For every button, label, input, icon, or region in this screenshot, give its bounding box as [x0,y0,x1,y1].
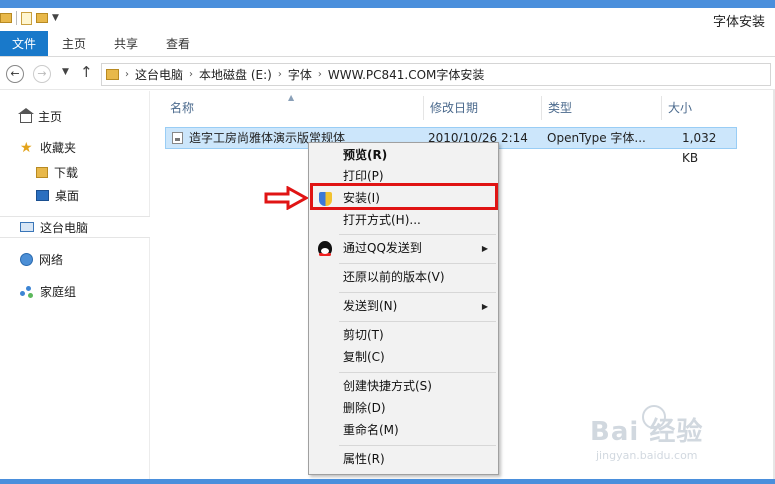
menu-item-copy[interactable]: 复制(C) [309,347,498,368]
file-type: OpenType 字体... [547,131,646,145]
menu-item-label: 创建快捷方式(S) [343,379,432,393]
file-size: 1,032 KB [682,131,717,165]
tab-file[interactable]: 文件 [0,31,49,56]
chevron-right-icon[interactable]: › [125,69,129,80]
submenu-arrow-icon: ▶ [481,244,488,253]
navigation-bar: ← → ▼ ↑ › 这台电脑 › 本地磁盘 (E:) › 字体 › WWW.PC… [0,57,775,90]
breadcrumb-local-disk[interactable]: 本地磁盘 (E:) [199,66,272,83]
folder-icon[interactable] [0,13,12,23]
ribbon-tabs: 文件 主页 共享 查看 [0,31,775,57]
divider [16,11,17,25]
menu-separator [339,234,496,235]
pointer-arrow-icon [264,186,308,210]
watermark-url: jingyan.baidu.com [596,449,698,462]
quick-access-toolbar: ▼ [0,11,59,25]
menu-separator [339,263,496,264]
install-highlight-box [310,183,498,210]
sidebar-item-label: 下载 [54,166,79,180]
menu-item-label: 预览(R) [343,148,388,162]
navigation-pane: 主页 ★ 收藏夹 下载 桌面 这台电脑 网络 家庭组 [0,91,150,479]
desktop-icon [36,190,49,201]
sidebar-item-homegroup[interactable]: 家庭组 [20,283,76,300]
column-header-modified[interactable]: 修改日期 [423,96,541,120]
tab-share[interactable]: 共享 [100,31,152,56]
sidebar-item-label: 主页 [38,110,63,124]
up-arrow-icon[interactable]: ↑ [80,63,93,81]
menu-item-label: 通过QQ发送到 [343,241,422,255]
font-file-icon [172,132,183,144]
menu-separator [339,321,496,322]
forward-icon[interactable]: → [33,65,51,83]
sidebar-item-label: 桌面 [55,189,80,203]
tab-view[interactable]: 查看 [152,31,204,56]
breadcrumb-this-pc[interactable]: 这台电脑 [135,66,183,83]
title-bar: ▼ 字体安装 [0,0,775,31]
menu-separator [339,292,496,293]
folder-icon [106,69,119,80]
menu-item-label: 复制(C) [343,350,385,364]
chevron-right-icon[interactable]: › [278,69,282,80]
breadcrumb-fonts[interactable]: 字体 [288,66,312,83]
menu-item-label: 发送到(N) [343,299,398,313]
menu-item-send-qq[interactable]: 通过QQ发送到 ▶ [309,238,498,259]
breadcrumb-current-folder[interactable]: WWW.PC841.COM字体安装 [328,66,485,83]
column-header-size[interactable]: 大小 [661,96,741,120]
baidu-watermark: Bai 经验 jingyan.baidu.com [590,405,770,465]
menu-item-cut[interactable]: 剪切(T) [309,325,498,346]
window-title: 字体安装 [712,15,765,30]
network-icon [20,253,33,266]
menu-item-create-shortcut[interactable]: 创建快捷方式(S) [309,376,498,397]
menu-separator [339,372,496,373]
menu-item-open-with[interactable]: 打开方式(H)... [309,210,498,231]
menu-item-label: 属性(R) [343,452,385,466]
menu-item-properties[interactable]: 属性(R) [309,449,498,470]
back-icon[interactable]: ← [6,65,24,83]
column-header-name[interactable]: 名称 [164,96,423,120]
menu-item-delete[interactable]: 删除(D) [309,398,498,419]
star-icon: ★ [20,139,33,156]
tab-home[interactable]: 主页 [48,31,100,56]
sidebar-item-favorites[interactable]: ★ 收藏夹 [20,139,76,156]
window-bottom-border [0,479,775,484]
sidebar-item-desktop[interactable]: 桌面 [36,187,79,204]
menu-item-preview[interactable]: 预览(R) [309,145,498,166]
customize-dropdown-icon[interactable]: ▼ [52,13,59,23]
submenu-arrow-icon: ▶ [481,302,488,311]
sidebar-item-label: 收藏夹 [40,141,77,155]
menu-item-label: 重命名(M) [343,423,399,437]
sidebar-item-this-pc[interactable]: 这台电脑 [0,216,150,238]
menu-item-label: 打开方式(H)... [343,213,421,227]
address-bar[interactable]: › 这台电脑 › 本地磁盘 (E:) › 字体 › WWW.PC841.COM字… [101,63,771,86]
menu-separator [339,445,496,446]
chevron-right-icon[interactable]: › [189,69,193,80]
sidebar-item-home[interactable]: 主页 [18,108,63,125]
column-header-type[interactable]: 类型 [541,96,661,120]
menu-item-label: 删除(D) [343,401,386,415]
qq-penguin-icon [318,241,332,256]
menu-item-label: 还原以前的版本(V) [343,270,445,284]
menu-item-rename[interactable]: 重命名(M) [309,420,498,441]
sidebar-item-network[interactable]: 网络 [20,251,63,268]
menu-item-restore[interactable]: 还原以前的版本(V) [309,267,498,288]
menu-item-label: 剪切(T) [343,328,384,342]
sidebar-item-downloads[interactable]: 下载 [36,164,78,181]
recent-locations-icon[interactable]: ▼ [62,67,69,77]
watermark-main: Bai 经验 [590,417,704,447]
menu-item-label: 打印(P) [343,169,384,183]
sidebar-item-label: 网络 [39,253,64,267]
column-headers: ▲ 名称 修改日期 类型 大小 [151,93,775,120]
home-icon [18,108,34,123]
downloads-folder-icon [36,167,48,178]
menu-item-send-to[interactable]: 发送到(N) ▶ [309,296,498,317]
sidebar-item-label: 这台电脑 [40,220,89,235]
sidebar-item-label: 家庭组 [40,285,77,299]
computer-icon [20,222,34,232]
properties-icon[interactable] [21,11,32,25]
homegroup-icon [20,285,34,298]
chevron-right-icon[interactable]: › [318,69,322,80]
new-folder-icon[interactable] [36,13,48,23]
